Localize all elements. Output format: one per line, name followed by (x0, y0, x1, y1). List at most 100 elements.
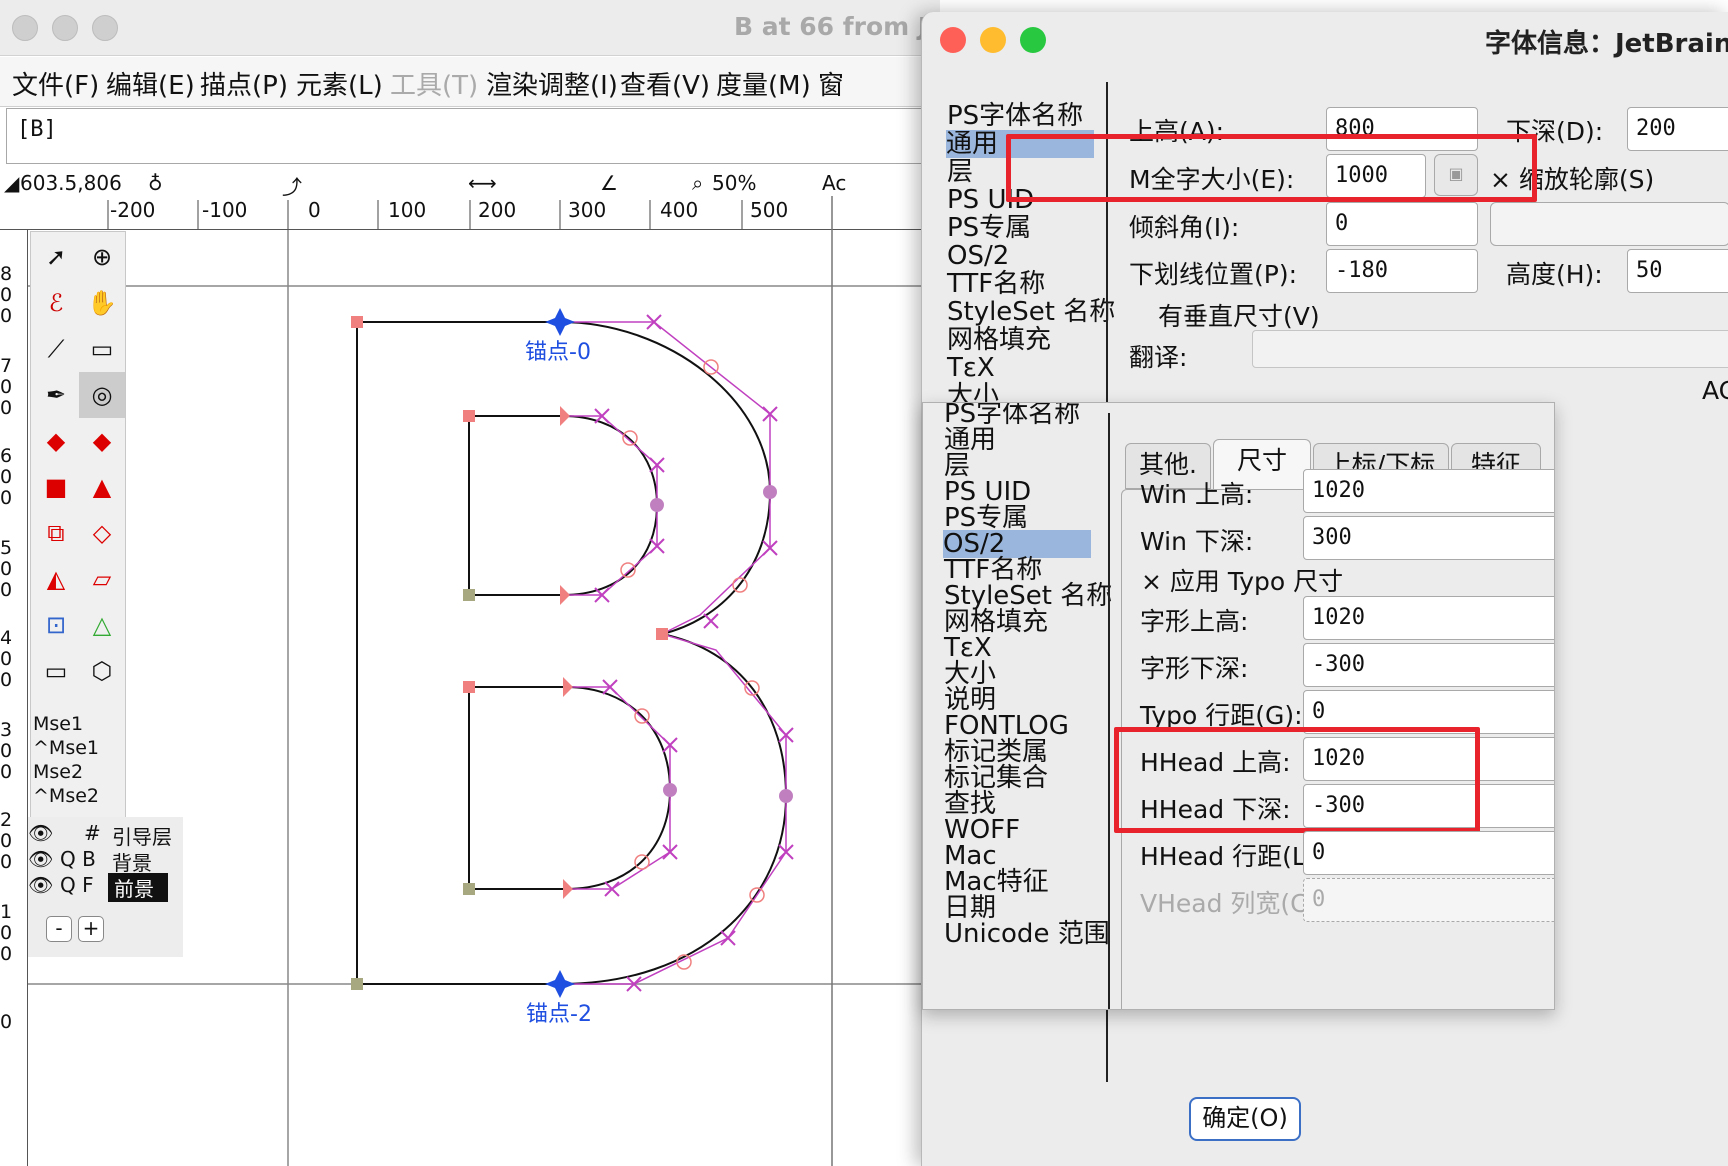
sidebar-item[interactable]: 层 (944, 452, 970, 480)
underline-height-label: 高度(H): (1506, 260, 1603, 289)
eye-icon[interactable]: 👁 (28, 873, 53, 897)
menu-hints[interactable]: 渲染调整(I) (486, 65, 618, 102)
typo-descent-field[interactable]: -300 (1303, 643, 1554, 687)
sidebar-item[interactable]: 查找 (944, 790, 996, 818)
translate-field[interactable] (1252, 330, 1728, 368)
sidebar-item[interactable]: Mac (944, 842, 997, 870)
ruler-tool-icon[interactable]: ▭ (79, 326, 125, 372)
descent-field[interactable]: 200 (1627, 107, 1728, 151)
dialog-title: 字体信息：JetBrains (1485, 29, 1728, 59)
typo-ascent-field[interactable]: 1020 (1303, 596, 1554, 640)
sidebar-item[interactable]: StyleSet 名称 (947, 298, 1115, 326)
menu-file[interactable]: 文件(F) (12, 65, 99, 102)
spiro-tool-icon[interactable]: ◎ (79, 372, 125, 418)
flip-tool-icon[interactable]: ◭ (33, 556, 79, 602)
italic-angle-field[interactable]: 0 (1326, 202, 1478, 246)
minimize-button[interactable] (52, 15, 78, 41)
sidebar-item[interactable]: 层 (947, 158, 973, 186)
sidebar-item[interactable]: 标记类属 (944, 738, 1048, 766)
minimize-button[interactable] (980, 27, 1006, 53)
sidebar-item[interactable]: Unicode 范围 (944, 920, 1110, 948)
hv-curve-point-tool-icon[interactable]: ◆ (79, 418, 125, 464)
sidebar-item[interactable]: 通用 (944, 426, 996, 454)
zoom-icon: ⌕ (692, 171, 704, 195)
sidebar-item[interactable]: 说明 (944, 686, 996, 714)
close-button[interactable] (12, 15, 38, 41)
sidebar-item[interactable]: TεX (947, 354, 995, 382)
sidebar-item[interactable]: TεX (944, 634, 992, 662)
vertical-metrics-checkbox[interactable]: 有垂直尺寸(V) (1158, 297, 1320, 333)
sidebar-item[interactable]: TTF名称 (947, 270, 1045, 298)
rotate-tool-icon[interactable]: ◇ (79, 510, 125, 556)
underline-position-field[interactable]: -180 (1326, 249, 1478, 293)
eye-icon[interactable]: 👁 (28, 847, 53, 871)
mouse-legend-item: Mse1 (33, 713, 84, 735)
rectangle-tool-icon[interactable]: ▭ (33, 648, 79, 694)
vhead-advance-label: VHead 列宽(C): (1140, 889, 1326, 918)
pen-tool-icon[interactable]: ✒ (33, 372, 79, 418)
sidebar-item[interactable]: Mac特征 (944, 868, 1049, 896)
tangent-point-tool-icon[interactable]: ▲ (79, 464, 125, 510)
pointer-tool-icon[interactable]: ➚ (33, 234, 79, 280)
menu-edit[interactable]: 编辑(E) (106, 65, 195, 102)
knife-tool-icon[interactable]: ⟋ (33, 326, 79, 372)
ok-button[interactable]: 确定(O) (1189, 1097, 1301, 1141)
layer-flag: Q F (60, 873, 94, 897)
sidebar-item[interactable]: 标记集合 (944, 764, 1048, 792)
win-descent-field[interactable]: 300 (1303, 516, 1554, 560)
italic-guess-button[interactable] (1490, 202, 1728, 246)
polygon-tool-icon[interactable]: ⬡ (79, 648, 125, 694)
remove-layer-button[interactable]: - (46, 916, 72, 942)
freehand-tool-icon[interactable]: ℰ (33, 280, 79, 326)
glyph-canvas[interactable] (0, 196, 940, 1166)
hhead-linegap-field[interactable]: 0 (1303, 831, 1554, 875)
zoom-button[interactable] (1020, 27, 1046, 53)
win-ascent-field[interactable]: 1020 (1303, 469, 1554, 513)
dialog-titlebar: 字体信息：JetBrains (922, 12, 1728, 66)
highlight-box (1114, 727, 1480, 833)
menu-points[interactable]: 描点(P) (200, 65, 288, 102)
sidebar-item[interactable]: 大小 (944, 660, 996, 688)
sidebar-item[interactable]: PS专属 (944, 504, 1028, 532)
sidebar-item[interactable]: OS/2 (947, 242, 1009, 270)
menu-metrics[interactable]: 度量(M) (716, 65, 811, 102)
add-layer-button[interactable]: + (78, 916, 104, 942)
underline-height-field[interactable]: 50 (1627, 249, 1728, 293)
sidebar-item[interactable]: PS UID (944, 478, 1031, 506)
underline-position-label: 下划线位置(P): (1129, 260, 1298, 289)
menu-element[interactable]: 元素(L) (296, 65, 383, 102)
sidebar-item-selected[interactable]: OS/2 (943, 530, 1091, 558)
magnify-tool-icon[interactable]: ⊕ (79, 234, 125, 280)
sidebar-item[interactable]: WOFF (944, 816, 1020, 844)
corner-point-tool-icon[interactable]: ■ (33, 464, 79, 510)
sidebar-item[interactable]: 网格填充 (944, 608, 1048, 636)
layer-row[interactable]: 👁 Q F 前景 (28, 871, 183, 902)
sidebar-item[interactable]: FONTLOG (944, 712, 1069, 740)
sidebar-item[interactable]: PS字体名称 (947, 102, 1083, 130)
font-info-sidebar: PS字体名称 通用 层 PS UID PS专属 OS/2 TTF名称 Style… (922, 82, 1115, 410)
scale-tool-icon[interactable]: ⧉ (33, 510, 79, 556)
translate-label: 翻译: (1129, 343, 1188, 372)
menu-view[interactable]: 查看(V) (620, 65, 710, 102)
glyph-text-input[interactable]: [B] (6, 108, 940, 164)
sidebar-item[interactable]: 网格填充 (947, 326, 1051, 354)
apply-typo-metrics-checkbox[interactable]: × 应用 Typo 尺寸 (1141, 562, 1343, 598)
win-descent-label: Win 下深: (1140, 527, 1254, 556)
close-button[interactable] (940, 27, 966, 53)
zoom-level: 50% (712, 171, 757, 195)
sidebar-item[interactable]: StyleSet 名称 (944, 582, 1112, 610)
sidebar-item[interactable]: 日期 (944, 894, 996, 922)
layer-flag: Q B (60, 847, 96, 871)
eye-icon[interactable]: 👁 (28, 821, 53, 845)
sidebar-item[interactable]: TTF名称 (944, 556, 1042, 584)
perspective-tool-icon[interactable]: △ (79, 602, 125, 648)
curve-point-tool-icon[interactable]: ◆ (33, 418, 79, 464)
skew-tool-icon[interactable]: ▱ (79, 556, 125, 602)
sidebar-item[interactable]: PS专属 (947, 214, 1031, 242)
layer-row[interactable]: 👁 # 引导层 (28, 819, 183, 849)
menu-window[interactable]: 窗 (818, 65, 844, 102)
hand-tool-icon[interactable]: ✋ (79, 280, 125, 326)
rotate3d-tool-icon[interactable]: ⊡ (33, 602, 79, 648)
zoom-button[interactable] (92, 15, 118, 41)
layer-row[interactable]: 👁 Q B 背景 (28, 845, 183, 875)
